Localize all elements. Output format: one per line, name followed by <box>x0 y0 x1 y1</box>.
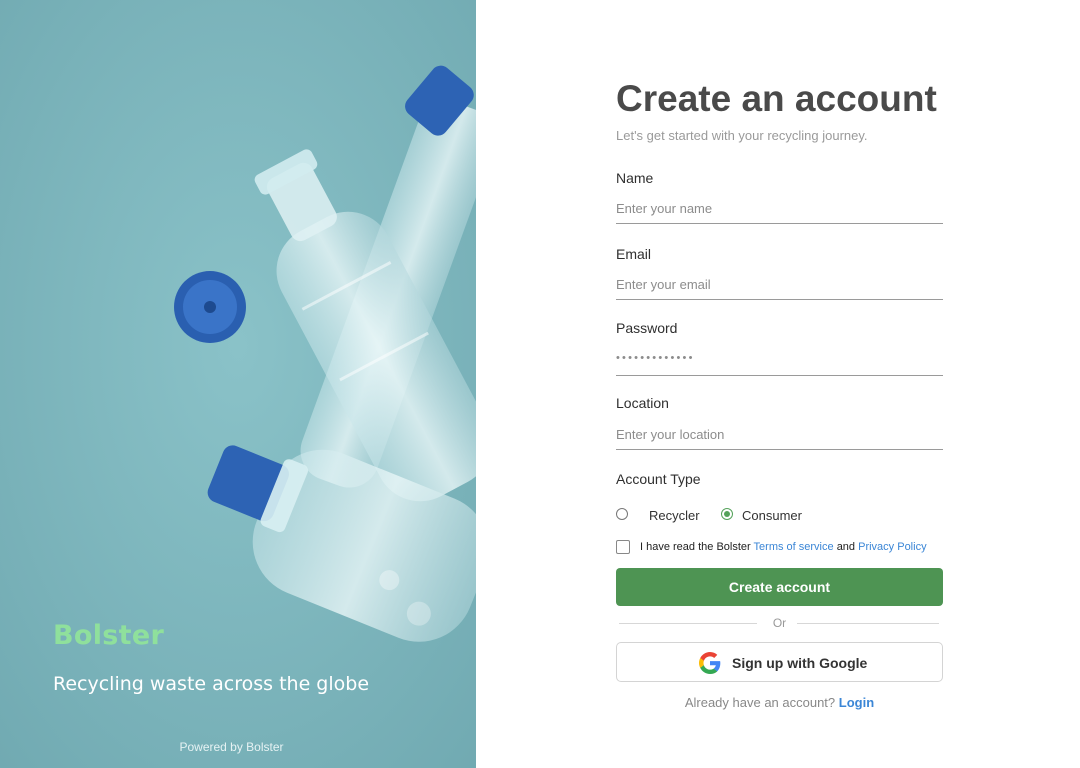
location-label: Location <box>616 395 669 411</box>
account-type-label: Account Type <box>616 471 701 487</box>
name-input[interactable] <box>616 193 943 224</box>
privacy-policy-link[interactable]: Privacy Policy <box>858 541 926 553</box>
radio-consumer[interactable] <box>721 508 733 520</box>
terms-conjunction: and <box>836 541 856 553</box>
login-prompt-text: Already have an account? <box>684 695 836 710</box>
powered-by-text: Powered by Bolster <box>179 740 284 754</box>
radio-consumer-label[interactable]: Consumer <box>742 508 802 523</box>
name-label: Name <box>616 170 654 186</box>
terms-text: I have read the Bolster Terms of service… <box>640 541 927 553</box>
terms-of-service-link[interactable]: Terms of service <box>754 541 834 553</box>
password-label: Password <box>616 320 678 336</box>
brand-logo-text: Bolster <box>53 620 165 651</box>
google-icon <box>699 652 721 674</box>
email-input[interactable] <box>616 269 943 300</box>
location-input[interactable] <box>616 419 943 450</box>
email-label: Email <box>616 246 652 262</box>
google-signup-button[interactable]: Sign up with Google <box>616 642 943 682</box>
login-prompt-line: Already have an account? Login <box>616 695 943 710</box>
login-link[interactable]: Login <box>839 695 874 710</box>
terms-prefix: I have read the Bolster <box>640 541 751 553</box>
divider-right <box>797 623 939 624</box>
radio-recycler[interactable] <box>616 508 628 520</box>
radio-recycler-label[interactable]: Recycler <box>649 508 700 523</box>
hero-panel: Bolster Recycling waste across the globe… <box>0 0 476 768</box>
page-title: Create an account <box>616 78 937 119</box>
plastic-bottles-image <box>0 0 476 768</box>
terms-checkbox[interactable] <box>616 540 630 554</box>
create-account-button[interactable]: Create account <box>616 568 943 606</box>
password-masked-value: ••••••••••••• <box>616 352 695 364</box>
page-subtitle: Let's get started with your recycling jo… <box>616 128 868 143</box>
google-button-label: Sign up with Google <box>732 655 868 671</box>
hero-tagline: Recycling waste across the globe <box>53 673 370 695</box>
